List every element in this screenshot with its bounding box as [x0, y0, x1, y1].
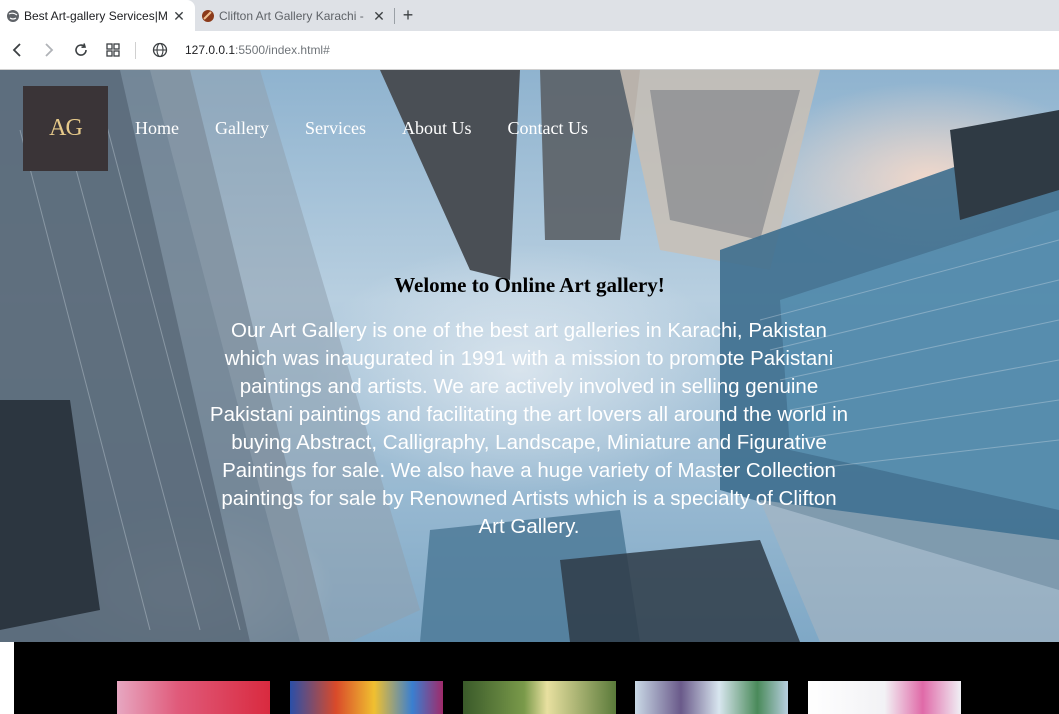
gallery-thumbnail[interactable]	[117, 681, 270, 714]
site-logo[interactable]: AG	[23, 86, 108, 171]
gallery-thumbnails-section	[14, 642, 1059, 714]
nav-about-link[interactable]: About Us	[402, 118, 472, 139]
forward-icon[interactable]	[40, 41, 58, 59]
gallery-thumbnail[interactable]	[635, 681, 788, 714]
intro-paragraph: Our Art Gallery is one of the best art g…	[209, 319, 849, 538]
apps-grid-icon[interactable]	[104, 41, 122, 59]
nav-services-link[interactable]: Services	[305, 118, 366, 139]
tab-title: Best Art-gallery Services|M	[24, 8, 167, 23]
nav-contact-link[interactable]: Contact Us	[507, 118, 588, 139]
address-bar: 127.0.0.1:5500/index.html#	[0, 31, 1059, 70]
gallery-favicon-icon	[201, 9, 215, 23]
logo-text: AG	[49, 115, 83, 141]
new-tab-button[interactable]: +	[399, 6, 417, 24]
gallery-thumbnail[interactable]	[463, 681, 616, 714]
tab-separator	[394, 8, 395, 24]
url-field[interactable]: 127.0.0.1:5500/index.html#	[185, 43, 330, 57]
browser-tab-bar: Best Art-gallery Services|M ✕ Clifton Ar…	[0, 0, 1059, 31]
back-icon[interactable]	[8, 41, 26, 59]
url-path: :5500/index.html#	[235, 43, 330, 57]
main-nav: Home Gallery Services About Us Contact U…	[135, 118, 624, 139]
gallery-thumbnail[interactable]	[290, 681, 443, 714]
close-tab-icon[interactable]: ✕	[171, 8, 187, 24]
welcome-heading: Welome to Online Art gallery!	[394, 273, 665, 297]
close-tab-icon[interactable]: ✕	[371, 8, 387, 24]
gallery-thumbnail[interactable]	[808, 681, 961, 714]
tab-title: Clifton Art Gallery Karachi -	[219, 8, 364, 23]
tab-best-art-gallery[interactable]: Best Art-gallery Services|M ✕	[0, 0, 195, 31]
url-host: 127.0.0.1	[185, 43, 236, 57]
hero-section: AG Home Gallery Services About Us Contac…	[0, 70, 1059, 642]
page-viewport: AG Home Gallery Services About Us Contac…	[0, 70, 1059, 714]
site-info-globe-icon[interactable]	[151, 41, 169, 59]
globe-favicon-icon	[6, 9, 20, 23]
nav-home-link[interactable]: Home	[135, 118, 179, 139]
tab-clifton-art-gallery[interactable]: Clifton Art Gallery Karachi - ✕	[195, 0, 395, 31]
nav-gallery-link[interactable]: Gallery	[215, 118, 269, 139]
reload-icon[interactable]	[72, 41, 90, 59]
address-separator	[135, 42, 136, 59]
